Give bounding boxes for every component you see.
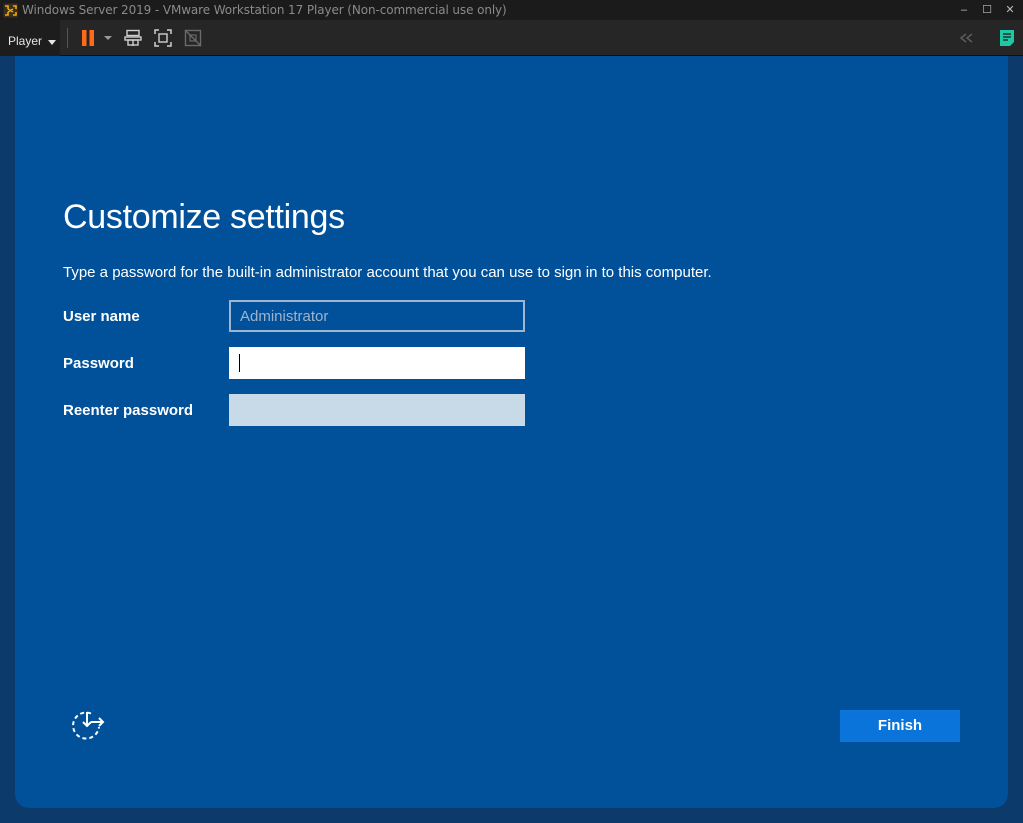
vm-display[interactable]: Customize settings Type a password for t… bbox=[15, 56, 1008, 808]
full-screen-icon[interactable] bbox=[154, 29, 172, 47]
finish-button[interactable]: Finish bbox=[840, 710, 960, 742]
vmware-app-icon bbox=[3, 3, 18, 18]
vmware-toolbar: Player bbox=[0, 20, 1023, 56]
notes-icon[interactable] bbox=[998, 29, 1016, 47]
username-field[interactable] bbox=[229, 300, 525, 332]
reenter-password-field[interactable] bbox=[229, 394, 525, 426]
window-title: Windows Server 2019 - VMware Workstation… bbox=[22, 3, 507, 17]
password-label: Password bbox=[63, 355, 134, 372]
ease-of-access-icon[interactable] bbox=[70, 710, 106, 742]
username-label: User name bbox=[63, 308, 140, 325]
player-menu-label: Player bbox=[8, 34, 43, 48]
unity-icon[interactable] bbox=[184, 29, 202, 47]
window-title-bar: Windows Server 2019 - VMware Workstation… bbox=[0, 0, 1023, 20]
page-description: Type a password for the built-in adminis… bbox=[63, 264, 712, 281]
player-menu-button[interactable]: Player bbox=[0, 20, 60, 56]
maximize-button[interactable]: ☐ bbox=[976, 1, 998, 19]
pause-icon[interactable] bbox=[80, 29, 98, 47]
minimize-button[interactable]: – bbox=[953, 1, 975, 19]
password-field[interactable] bbox=[229, 347, 525, 379]
back-icon[interactable] bbox=[958, 29, 976, 47]
page-title: Customize settings bbox=[63, 198, 345, 236]
chevron-down-icon bbox=[48, 40, 56, 45]
reenter-password-label: Reenter password bbox=[63, 402, 194, 419]
send-ctrl-alt-del-icon[interactable] bbox=[124, 29, 142, 47]
toolbar-divider bbox=[67, 28, 68, 48]
close-button[interactable]: ✕ bbox=[999, 1, 1021, 19]
text-cursor bbox=[239, 354, 240, 372]
pause-options-chevron-icon[interactable] bbox=[104, 36, 112, 40]
